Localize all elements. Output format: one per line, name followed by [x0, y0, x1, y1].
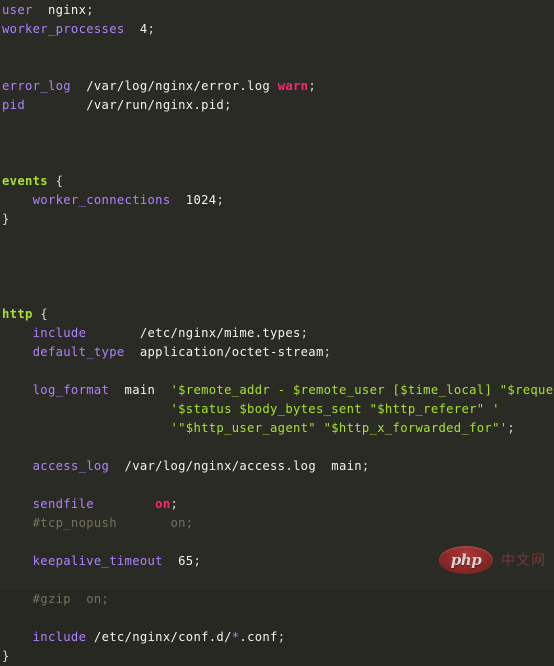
code-line: include /etc/nginx/mime.types;: [0, 324, 554, 343]
code-token-kw: events: [2, 174, 48, 188]
code-token-dir: include: [32, 630, 87, 644]
code-token-dir: log_format: [32, 383, 110, 397]
code-token-glob: *: [231, 630, 240, 644]
code-token-com: #gzip on;: [2, 592, 110, 606]
code-lines-container: user nginx; worker_processes 4; error_log…: [0, 1, 554, 666]
code-line: user nginx;: [0, 1, 554, 20]
code-token-punc: ;: [86, 3, 94, 17]
code-token-str: '$remote_addr - $remote_user [$time_loca…: [155, 383, 554, 397]
code-token-plain: /etc/nginx/mime.types: [86, 326, 301, 340]
code-line: include /etc/nginx/conf.d/*.conf;: [0, 628, 554, 647]
code-line: worker_connections 1024;: [0, 191, 554, 210]
code-line: error_log /var/log/nginx/error.log warn;: [0, 77, 554, 96]
code-token-punc: {: [32, 307, 48, 321]
code-token-plain: /var/run/nginx.pid: [24, 98, 225, 112]
code-line: events {: [0, 172, 554, 191]
code-token-val: warn: [277, 79, 309, 93]
code-token-com: #tcp_nopush on;: [2, 516, 194, 530]
code-token-plain: .conf: [239, 630, 278, 644]
code-token-punc: ;: [216, 193, 225, 207]
code-line: log_format main '$remote_addr - $remote_…: [0, 381, 554, 400]
code-token-plain: application/octet-stream: [124, 345, 324, 359]
code-token-dir: worker_connections: [32, 193, 171, 207]
code-line: default_type application/octet-stream;: [0, 343, 554, 362]
code-token-dir: keepalive_timeout: [32, 554, 163, 568]
code-token-punc: ;: [277, 630, 286, 644]
code-line: sendfile on;: [0, 495, 554, 514]
code-token-plain: main: [109, 383, 156, 397]
code-token-plain: nginx: [32, 3, 87, 17]
code-line: keepalive_timeout 65;: [0, 552, 554, 571]
code-token-punc: ;: [170, 497, 179, 511]
code-token-plain: /var/log/nginx/access.log main: [109, 459, 362, 473]
code-token-plain: /etc/nginx/conf.d/: [86, 630, 232, 644]
code-token-punc: ;: [224, 98, 232, 112]
code-token-punc: ;: [300, 326, 309, 340]
code-token-val: on: [155, 497, 171, 511]
code-token-kw: http: [2, 307, 33, 321]
code-token-dir: error_log: [2, 79, 71, 93]
code-token-punc: ;: [507, 421, 516, 435]
code-token-dir: worker_processes: [2, 22, 125, 36]
code-token-punc: {: [47, 174, 64, 188]
code-token-punc: }: [2, 649, 10, 663]
nginx-config-code-viewer[interactable]: user nginx; worker_processes 4; error_log…: [0, 0, 554, 663]
code-token-dir: access_log: [32, 459, 110, 473]
code-token-punc: ;: [308, 79, 316, 93]
code-token-plain: 65: [162, 554, 194, 568]
code-line: }: [0, 647, 554, 666]
code-token-str: '"$http_user_agent" "$http_x_forwarded_f…: [170, 421, 508, 435]
code-line: #tcp_nopush on;: [0, 514, 554, 533]
code-token-punc: ;: [193, 554, 202, 568]
code-token-punc: ;: [323, 345, 332, 359]
code-line: http {: [0, 305, 554, 324]
code-token-punc: ;: [361, 459, 370, 473]
code-token-dir: pid: [2, 98, 25, 112]
code-line: access_log /var/log/nginx/access.log mai…: [0, 457, 554, 476]
code-token-plain: 1024: [170, 193, 217, 207]
code-line: #gzip on;: [0, 590, 554, 609]
code-token-dir: sendfile: [32, 497, 94, 511]
code-line: pid /var/run/nginx.pid;: [0, 96, 554, 115]
code-token-plain: /var/log/nginx/error.log: [70, 79, 278, 93]
code-line: }: [0, 210, 554, 229]
code-token-punc: ;: [147, 22, 156, 36]
code-token-punc: }: [2, 212, 10, 226]
code-token-dir: default_type: [32, 345, 125, 359]
code-line: '"$http_user_agent" "$http_x_forwarded_f…: [0, 419, 554, 438]
code-token-str: '$status $body_bytes_sent "$http_referer…: [170, 402, 500, 416]
code-token-dir: include: [32, 326, 87, 340]
code-line: worker_processes 4;: [0, 20, 554, 39]
code-line: '$status $body_bytes_sent "$http_referer…: [0, 400, 554, 419]
code-token-plain: 4: [124, 22, 148, 36]
code-token-dir: user: [2, 3, 33, 17]
